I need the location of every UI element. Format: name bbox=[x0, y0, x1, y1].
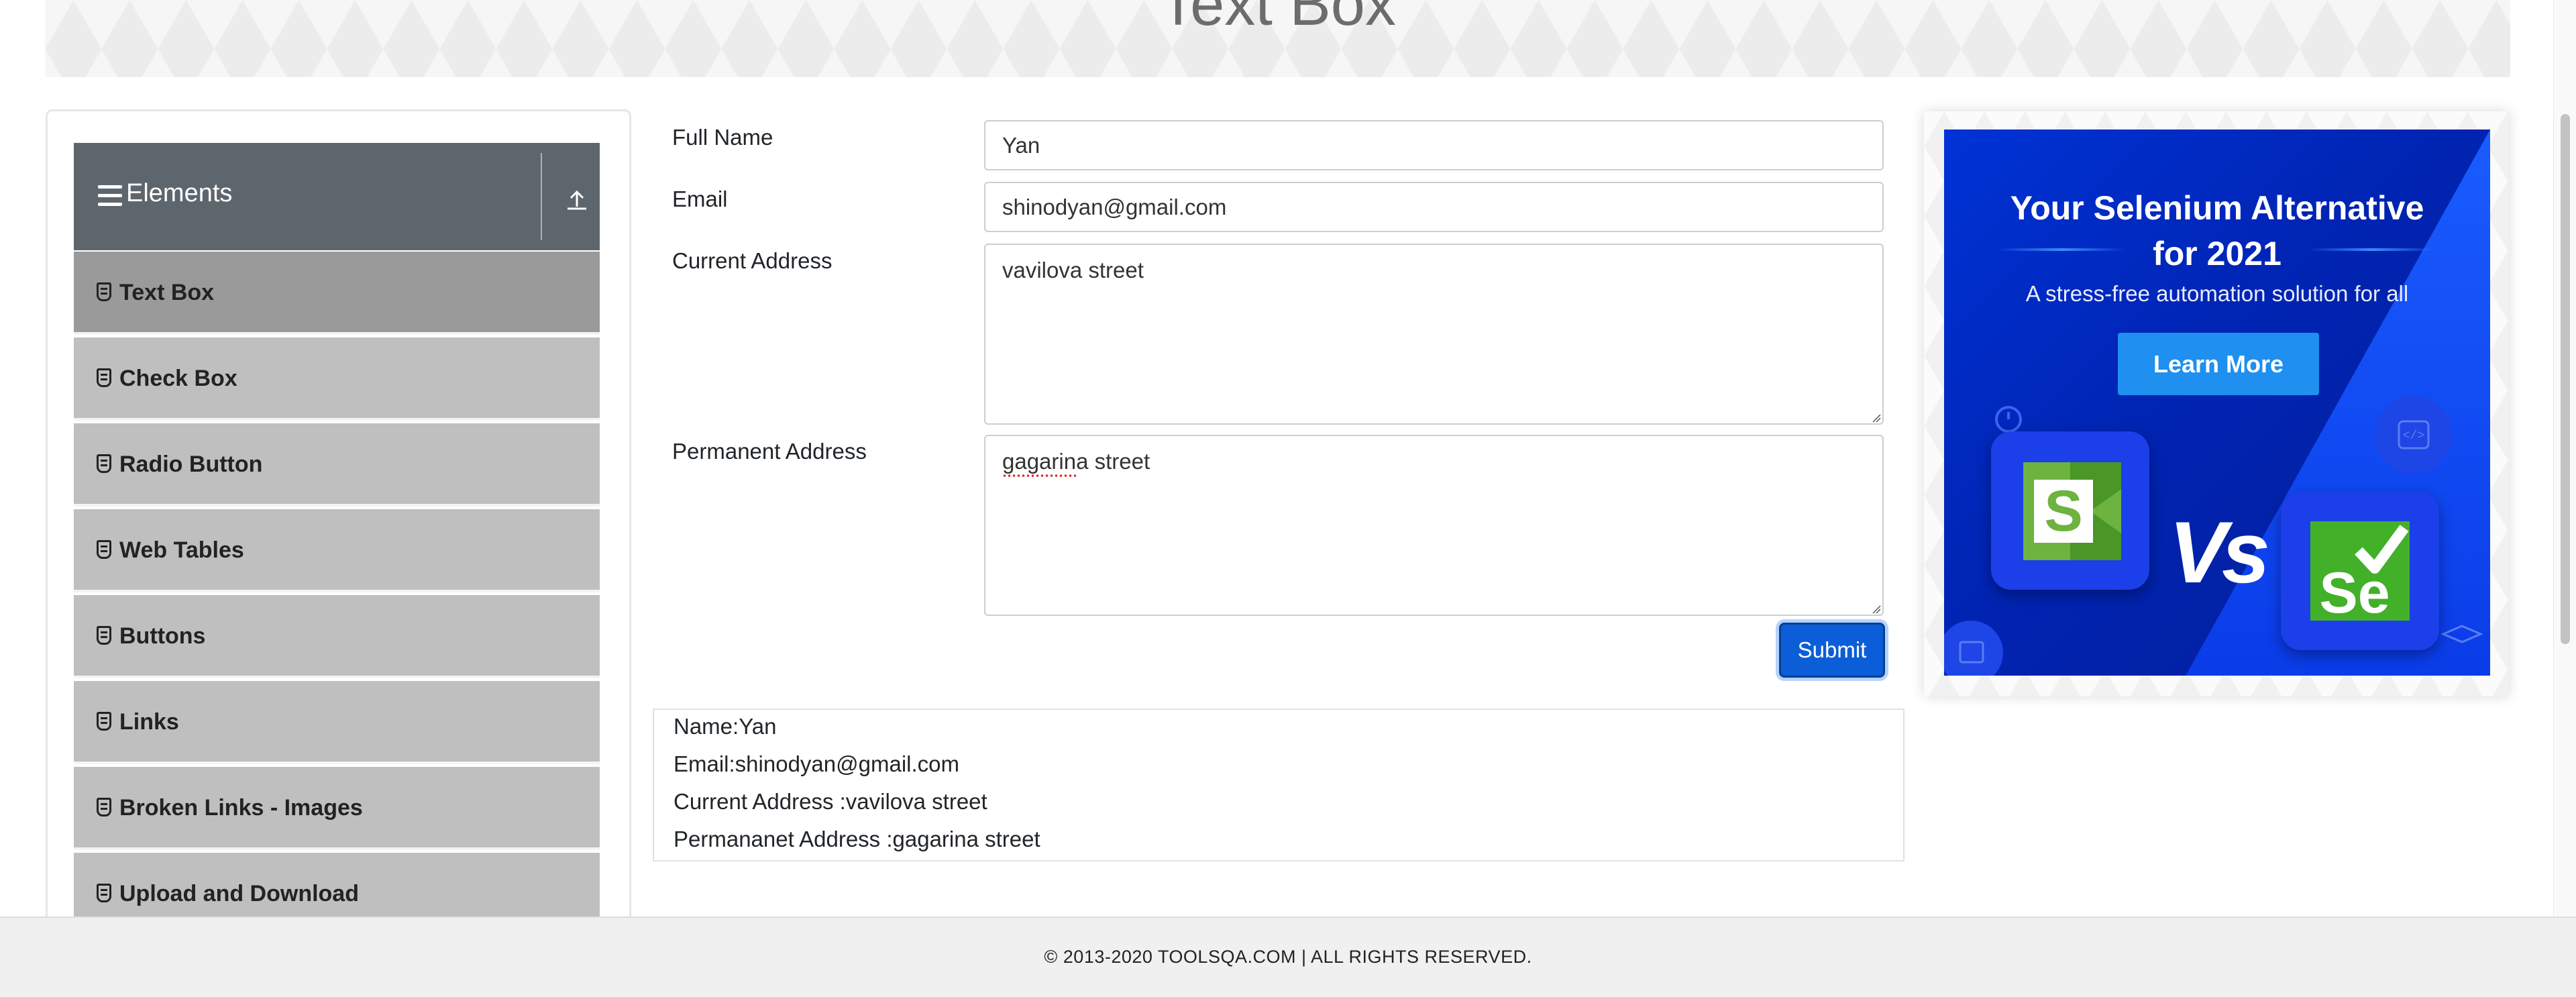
katalon-logo: S bbox=[1991, 431, 2149, 590]
output-email: Email:shinodyan@gmail.com bbox=[674, 751, 960, 776]
footer-copyright: © 2013-2020 TOOLSQA.COM | ALL RIGHTS RES… bbox=[1044, 947, 1532, 967]
sidebar-item-links[interactable]: Links bbox=[74, 681, 600, 764]
sidebar-item-check-box[interactable]: Check Box bbox=[74, 337, 600, 421]
sidebar-item-buttons[interactable]: Buttons bbox=[74, 595, 600, 678]
sidebar-item-web-tables[interactable]: Web Tables bbox=[74, 509, 600, 592]
katalon-s-icon: S bbox=[2023, 462, 2121, 560]
email-label: Email bbox=[672, 187, 728, 211]
sidebar-item-label: Web Tables bbox=[119, 537, 244, 563]
svg-text:</>: </> bbox=[2403, 429, 2424, 443]
sidebar-item-label: Upload and Download bbox=[119, 881, 359, 906]
logo-left-letter: S bbox=[2044, 479, 2082, 543]
output-box: Name:Yan Email:shinodyan@gmail.com Curre… bbox=[653, 709, 1904, 861]
full-name-label: Full Name bbox=[672, 125, 773, 150]
html5-shield-icon bbox=[97, 798, 111, 817]
ad-rule-left bbox=[1998, 248, 2125, 251]
ad-vs-text: Vs bbox=[2169, 503, 2270, 601]
current-address-textarea[interactable]: vavilova street bbox=[984, 244, 1884, 425]
spellcheck-underline bbox=[1002, 474, 1076, 478]
upload-arrow-icon[interactable] bbox=[564, 185, 590, 211]
current-address-label: Current Address bbox=[672, 248, 833, 273]
scrollbar-thumb[interactable] bbox=[2561, 114, 2570, 644]
sidebar-item-radio-button[interactable]: Radio Button bbox=[74, 423, 600, 507]
sidebar-item-text-box[interactable]: Text Box bbox=[74, 252, 600, 335]
output-permanent-address: Permananet Address :gagarina street bbox=[674, 827, 1040, 851]
page-footer: © 2013-2020 TOOLSQA.COM | ALL RIGHTS RES… bbox=[0, 916, 2576, 997]
sidebar-item-label: Radio Button bbox=[119, 452, 263, 477]
html5-shield-icon bbox=[97, 368, 111, 387]
email-input[interactable] bbox=[984, 182, 1884, 232]
resize-grip-icon[interactable] bbox=[1872, 605, 1881, 614]
browser-icon bbox=[1944, 621, 2003, 676]
ad-subtitle: A stress-free automation solution for al… bbox=[2025, 281, 2409, 306]
header-divider bbox=[541, 153, 542, 240]
output-name: Name:Yan bbox=[674, 714, 777, 739]
html5-shield-icon bbox=[97, 540, 111, 559]
submit-button[interactable]: Submit bbox=[1779, 623, 1885, 678]
permanent-address-label: Permanent Address bbox=[672, 439, 867, 464]
html5-shield-icon bbox=[97, 282, 111, 301]
sidebar-item-label: Check Box bbox=[119, 366, 237, 391]
html5-shield-icon bbox=[97, 626, 111, 645]
learn-more-button[interactable]: Learn More bbox=[2118, 333, 2319, 395]
html5-shield-icon bbox=[97, 712, 111, 731]
ad-title-line2: for 2021 bbox=[2153, 234, 2282, 272]
page-title: Text Box bbox=[1159, 0, 1396, 38]
selenium-logo: Se bbox=[2281, 492, 2439, 650]
box-icon bbox=[2440, 625, 2483, 643]
ad-rule-right bbox=[2309, 248, 2436, 251]
code-icon: </> bbox=[2375, 396, 2453, 474]
sidebar-item-label: Text Box bbox=[119, 280, 215, 305]
page-header-banner: Text Box bbox=[45, 0, 2510, 77]
sidebar-group-elements[interactable]: Elements bbox=[74, 143, 600, 250]
hamburger-icon bbox=[98, 185, 122, 207]
sidebar-item-label: Broken Links - Images bbox=[119, 795, 363, 821]
sidebar-item-label: Buttons bbox=[119, 623, 206, 649]
ad-title: Your Selenium Alternative for 2021 bbox=[1944, 186, 2490, 276]
resize-grip-icon[interactable] bbox=[1872, 413, 1881, 423]
output-current-address: Current Address :vavilova street bbox=[674, 789, 987, 814]
html5-shield-icon bbox=[97, 884, 111, 902]
html5-shield-icon bbox=[97, 454, 111, 473]
sidebar-item-label: Links bbox=[119, 709, 179, 735]
sidebar-group-title: Elements bbox=[126, 179, 233, 207]
selenium-se-icon: Se bbox=[2310, 521, 2410, 621]
ad-title-line1: Your Selenium Alternative bbox=[2010, 189, 2424, 227]
permanent-address-textarea[interactable]: gagarina street bbox=[984, 435, 1884, 616]
advertisement-banner[interactable]: Your Selenium Alternative for 2021 A str… bbox=[1944, 129, 2490, 676]
full-name-input[interactable] bbox=[984, 120, 1884, 170]
sidebar-item-broken-links[interactable]: Broken Links - Images bbox=[74, 767, 600, 850]
